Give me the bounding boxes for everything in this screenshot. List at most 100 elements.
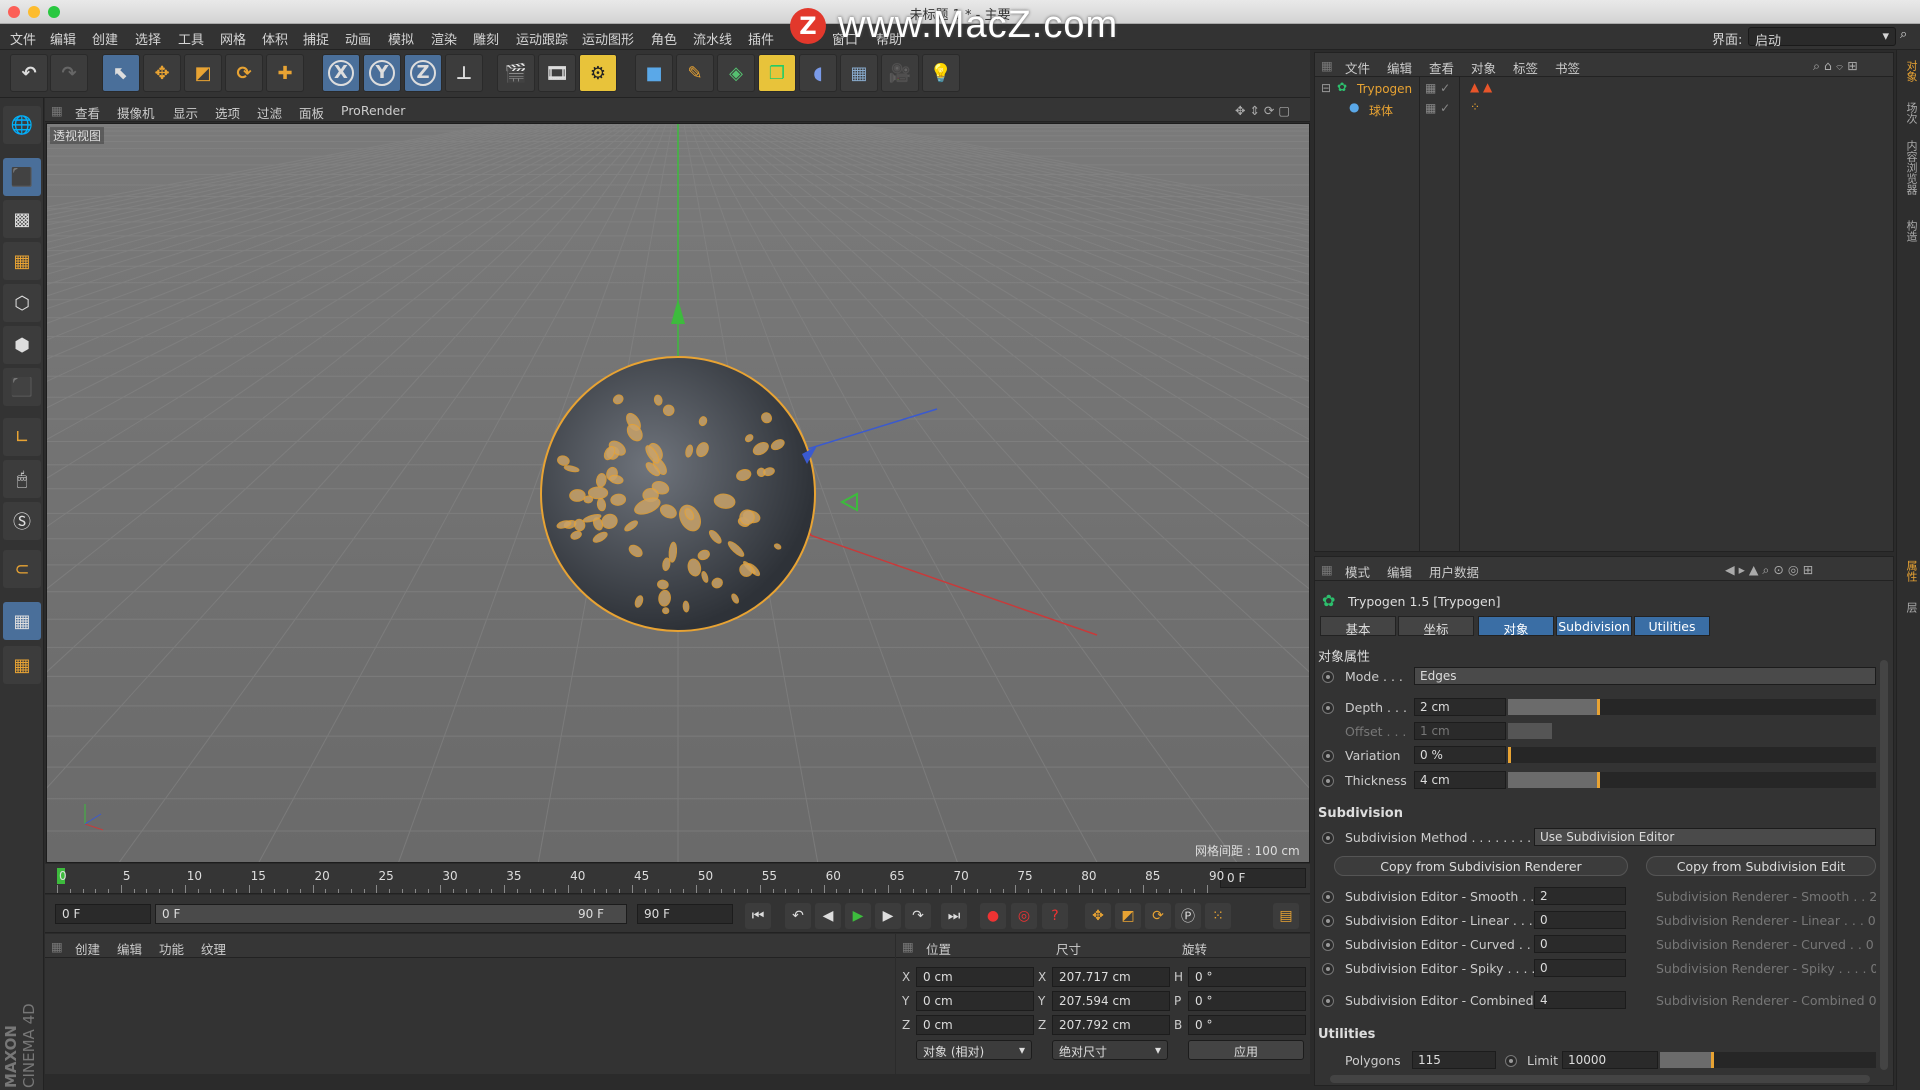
keyframe-selection-icon[interactable]: ? [1042, 903, 1068, 929]
z-axis-toggle[interactable]: Z [404, 54, 442, 92]
key-scale-icon[interactable]: ◩ [1115, 903, 1141, 929]
menu-motion-tracking[interactable]: 运动跟踪 [516, 29, 568, 48]
strip-tab-structure[interactable]: 构造 [1899, 220, 1919, 242]
depth-radio[interactable] [1322, 702, 1334, 714]
limit-field[interactable]: 10000 [1562, 1051, 1658, 1069]
play-icon[interactable]: ▶ [845, 903, 871, 929]
menu-mograph[interactable]: 运动图形 [582, 29, 634, 48]
auto-key-icon[interactable]: ◎ [1011, 903, 1037, 929]
x-axis-toggle[interactable]: X [322, 54, 360, 92]
axis-mode-icon[interactable]: ∟ [3, 418, 41, 456]
go-to-end-icon[interactable]: ⏭ [941, 903, 967, 929]
strip-tab-attributes[interactable]: 属性 [1899, 560, 1919, 582]
tab-basic[interactable]: 基本 [1320, 616, 1396, 637]
visibility-toggle[interactable]: ▦ ✓ [1425, 81, 1450, 95]
tab-coord[interactable]: 坐标 [1398, 616, 1474, 637]
object-menu-edit[interactable]: 编辑 [1387, 58, 1412, 77]
next-key-icon[interactable]: ↷ [905, 903, 931, 929]
range-slider[interactable]: 0 F 90 F [155, 904, 627, 924]
offset-field[interactable]: 1 cm [1414, 722, 1506, 740]
editor-spiky-field[interactable]: 0 [1534, 959, 1626, 977]
rotate-tool-icon[interactable]: ⟳ [225, 54, 263, 92]
object-menu-bookmarks[interactable]: 书签 [1555, 58, 1580, 77]
menu-pipeline[interactable]: 流水线 [693, 29, 732, 48]
material-menu-create[interactable]: 创建 [75, 939, 100, 958]
limit-slider[interactable] [1660, 1052, 1876, 1068]
key-position-icon[interactable]: ✥ [1085, 903, 1111, 929]
thickness-slider[interactable] [1508, 772, 1876, 788]
subdiv-method-select[interactable]: Use Subdivision Editor [1534, 828, 1876, 846]
model-mode-icon[interactable]: ⬛ [3, 158, 41, 196]
select-tool-icon[interactable]: ⬉ [102, 54, 140, 92]
menu-volume[interactable]: 体积 [262, 29, 288, 48]
points-mode-icon[interactable]: ⬡ [3, 284, 41, 322]
tweak-icon[interactable]: 🖱 [3, 460, 41, 498]
render-settings-icon[interactable]: ⚙ [579, 54, 617, 92]
key-pla-icon[interactable]: ⁙ [1205, 903, 1231, 929]
object-menu-file[interactable]: 文件 [1345, 58, 1370, 77]
editor-curved-radio[interactable] [1322, 939, 1334, 951]
copy-from-renderer-button[interactable]: Copy from Subdivision Renderer [1334, 856, 1628, 876]
prev-frame-icon[interactable]: ◀ [815, 903, 841, 929]
tab-subdivision[interactable]: Subdivision [1556, 616, 1632, 636]
menu-create[interactable]: 创建 [92, 29, 118, 48]
polygons-mode-icon[interactable]: ⬛ [3, 368, 41, 406]
cube-icon[interactable]: ■ [635, 54, 673, 92]
attr-menu-edit[interactable]: 编辑 [1387, 562, 1412, 581]
object-row-sphere[interactable]: ● 球体 ▦ ✓ ⁘ [1315, 99, 1893, 119]
menu-sculpt[interactable]: 雕刻 [473, 29, 499, 48]
object-menu-objects[interactable]: 对象 [1471, 58, 1496, 77]
variation-slider[interactable] [1508, 747, 1876, 763]
size-z-field[interactable]: 207.792 cm [1052, 1015, 1170, 1035]
next-frame-icon[interactable]: ▶ [875, 903, 901, 929]
depth-slider[interactable] [1508, 699, 1876, 715]
viewport-menu-view[interactable]: 查看 [75, 103, 100, 122]
go-to-start-icon[interactable]: ⏮ [745, 903, 771, 929]
menu-snap[interactable]: 捕捉 [303, 29, 329, 48]
render-picture-icon[interactable]: 🎞 [538, 54, 576, 92]
strip-tab-objects[interactable]: 对象 [1899, 60, 1919, 82]
mode-radio[interactable] [1322, 671, 1334, 683]
magnet-icon[interactable]: ⊂ [3, 550, 41, 588]
editor-curved-field[interactable]: 0 [1534, 935, 1626, 953]
attr-menu-userdata[interactable]: 用户数据 [1429, 562, 1479, 581]
variation-field[interactable]: 0 % [1414, 746, 1506, 764]
pos-x-field[interactable]: 0 cm [916, 967, 1034, 987]
end-frame-field[interactable]: 90 F [637, 904, 733, 924]
depth-field[interactable]: 2 cm [1414, 698, 1506, 716]
grid-snap-icon[interactable]: ▦ [3, 646, 41, 684]
record-key-icon[interactable]: ● [980, 903, 1006, 929]
menu-select[interactable]: 选择 [135, 29, 161, 48]
current-frame-field[interactable]: 0 F [1220, 868, 1306, 888]
viewport-menu-panel[interactable]: 面板 [299, 103, 324, 122]
editor-spiky-radio[interactable] [1322, 963, 1334, 975]
tree-collapse-icon[interactable]: ⊟ [1321, 81, 1331, 95]
visibility-toggle[interactable]: ▦ ✓ [1425, 101, 1450, 115]
pen-icon[interactable]: ✎ [676, 54, 714, 92]
subdiv-method-radio[interactable] [1322, 832, 1334, 844]
array-icon[interactable]: ❐ [758, 54, 796, 92]
deformer-icon[interactable]: ◖ [799, 54, 837, 92]
transform-tool-icon[interactable]: ✚ [266, 54, 304, 92]
menu-simulate[interactable]: 模拟 [388, 29, 414, 48]
size-x-field[interactable]: 207.717 cm [1052, 967, 1170, 987]
material-menu-function[interactable]: 功能 [159, 939, 184, 958]
viewport-menu-cameras[interactable]: 摄像机 [117, 103, 155, 122]
menu-plugins[interactable]: 插件 [748, 29, 774, 48]
limit-radio[interactable] [1505, 1055, 1517, 1067]
attr-nav-icons[interactable]: ◀ ▸ ▲ ⌕ ⊙ ◎ ⊞ [1725, 562, 1813, 578]
tab-utilities[interactable]: Utilities [1634, 616, 1710, 636]
key-param-icon[interactable]: Ⓟ [1175, 903, 1201, 929]
timeline-ruler[interactable]: 0 F 0 5 10 15 20 25 30 35 40 45 50 55 60 65 70 75 80 85 90 [45, 864, 1310, 894]
attr-hscrollbar[interactable] [1330, 1075, 1870, 1083]
light-icon[interactable]: 💡 [922, 54, 960, 92]
tag-icons[interactable]: ▲ ▲ [1470, 80, 1492, 94]
strip-tab-content-browser[interactable]: 内容浏览器 [1899, 140, 1919, 195]
object-menu-view[interactable]: 查看 [1429, 58, 1454, 77]
editor-smooth-field[interactable]: 2 [1534, 887, 1626, 905]
redo-button[interactable]: ↷ [50, 54, 88, 92]
menu-file[interactable]: 文件 [10, 29, 36, 48]
editor-linear-field[interactable]: 0 [1534, 911, 1626, 929]
key-rotation-icon[interactable]: ⟳ [1145, 903, 1171, 929]
variation-radio[interactable] [1322, 750, 1334, 762]
